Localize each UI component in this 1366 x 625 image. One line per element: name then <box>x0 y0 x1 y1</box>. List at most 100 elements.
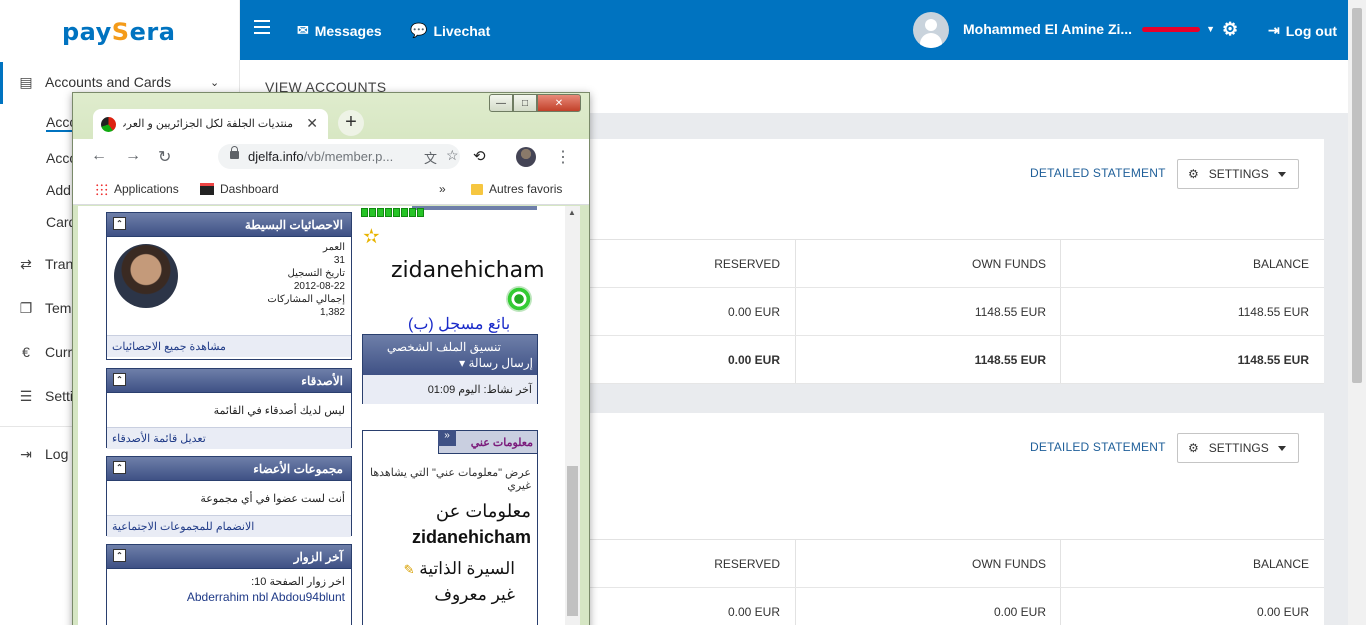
online-status-icon <box>506 286 532 312</box>
extension-icon[interactable]: ⟲ <box>473 147 486 165</box>
tab-close-icon[interactable]: ✕ <box>306 115 318 132</box>
page-scrollbar[interactable]: ▲ <box>565 206 580 625</box>
site-favicon-icon <box>101 117 116 132</box>
profile-avatar[interactable] <box>516 147 536 167</box>
collapse-icon[interactable]: ⌃ <box>113 549 126 562</box>
bookmarks-bar: Applications Dashboard » Autres favoris <box>73 174 589 205</box>
profile-username: zidanehicham <box>391 258 545 283</box>
scrollbar-thumb[interactable] <box>1352 8 1362 383</box>
user-avatar[interactable] <box>913 12 949 48</box>
translate-icon[interactable]: 文 <box>424 148 437 167</box>
user-name: Mohammed El Amine Zi... <box>963 21 1133 37</box>
all-stats-link[interactable]: مشاهدة جميع الاحصائيات <box>107 335 351 357</box>
about-view-note: عرض "معلومات عني" التي يشاهدها غيري <box>370 467 531 492</box>
settings-dropdown[interactable]: ⚙ SETTINGS <box>1177 433 1299 463</box>
back-icon[interactable]: ← <box>91 147 107 165</box>
lock-icon <box>230 146 239 159</box>
detailed-statement-link[interactable]: DETAILED STATEMENT <box>1030 166 1166 180</box>
browser-window: — □ ✕ منتديات الجلفة لكل الجزائريين و ال… <box>72 92 590 625</box>
apps-grid-icon <box>95 182 108 196</box>
sidebar-subitem-add[interactable]: Add <box>46 182 71 198</box>
detailed-statement-link[interactable]: DETAILED STATEMENT <box>1030 440 1166 454</box>
user-rank: بائع مسجل (ب) <box>408 316 511 333</box>
browser-toolbar: ← → ↻ djelfa.info/vb/member.p... 文 ☆ ⟲ ⋮ <box>73 139 589 174</box>
close-button[interactable]: ✕ <box>537 94 581 112</box>
friends-empty-text: ليس لديك أصدقاء في القائمة <box>213 405 345 417</box>
stats-list: العمر 31 تاريخ التسجيل 2012-08-22 إجمالي… <box>267 242 345 318</box>
hamburger-menu-icon[interactable] <box>254 20 270 34</box>
forward-icon[interactable]: → <box>125 147 141 165</box>
messages-link[interactable]: ✉ Messages <box>297 22 382 39</box>
about-heading: معلومات عن <box>435 501 531 521</box>
bookmark-dashboard[interactable]: Dashboard <box>200 182 279 196</box>
visitors-box: ⌃ آخر الزوار اخر زوار الصفحة 10: Abderrah… <box>106 544 352 625</box>
bio-value: غير معروف <box>434 585 515 604</box>
sidebar-item-accounts-cards[interactable]: ▤ Accounts and Cards ⌄ <box>0 72 240 92</box>
about-me-box: معلومات عني » عرض "معلومات عني" التي يشا… <box>362 430 538 625</box>
redaction-mark <box>1142 26 1201 32</box>
browser-tab[interactable]: منتديات الجلفة لكل الجزائريين و العرب - … <box>93 109 328 139</box>
chevron-down-icon: ⌄ <box>210 76 220 89</box>
friends-box: ⌃ الأصدقاء ليس لديك أصدقاء في القائمة تعد… <box>106 368 352 449</box>
pencil-icon: ✎ <box>403 562 415 577</box>
join-groups-link[interactable]: الانضمام للمجموعات الاجتماعية <box>107 515 351 537</box>
profile-actions-box: تنسيق الملف الشخصي إرسال رسالة ▾ آخر نشا… <box>362 334 538 404</box>
stats-box: ⌃ الاحصائيات البسيطة العمر 31 تاريخ التسج… <box>106 212 352 360</box>
collapse-icon[interactable]: ⌃ <box>113 461 126 474</box>
logout-icon: ⇥ <box>1268 22 1280 38</box>
dropdown-arrow-icon: ▾ <box>459 356 466 370</box>
profile-style-link[interactable]: تنسيق الملف الشخصي <box>387 340 501 354</box>
settings-dropdown[interactable]: ⚙ SETTINGS <box>1177 159 1299 189</box>
cards-icon: ▤ <box>19 73 33 90</box>
sidebar-subitem-accounts[interactable]: Acco <box>46 114 74 132</box>
bio-label: السيرة الذاتية ✎ <box>403 559 515 578</box>
visitor-links[interactable]: Abderrahim nbl Abdou94blunt <box>107 590 351 604</box>
more-menu-icon[interactable]: ⋮ <box>555 147 571 167</box>
dashboard-icon <box>200 183 214 195</box>
livechat-link[interactable]: 💬 Livechat <box>410 22 490 39</box>
chevron-down-icon: ▼ <box>1206 24 1215 34</box>
logout-link[interactable]: ⇥ Log out <box>1268 22 1337 39</box>
minimize-button[interactable]: — <box>489 94 513 112</box>
last-activity: آخر نشاط: اليوم 01:09 <box>363 375 537 404</box>
edit-friends-link[interactable]: تعديل قائمة الأصدقاء <box>107 427 351 449</box>
bookmark-applications[interactable]: Applications <box>95 182 179 196</box>
groups-box: ⌃ مجموعات الأعضاء أنت لست عضوا في أي مجمو… <box>106 456 352 537</box>
about-username: zidanehicham <box>411 527 531 547</box>
chat-bubbles-icon: 💬 <box>410 22 428 38</box>
user-menu[interactable]: Mohammed El Amine Zi... ▼ <box>963 21 1215 37</box>
gear-icon: ⚙ <box>1188 441 1199 455</box>
collapse-icon[interactable]: ⌃ <box>113 373 126 386</box>
page-scrollbar[interactable] <box>1348 0 1366 625</box>
collapse-icon[interactable]: ⌃ <box>113 217 126 230</box>
envelope-icon: ✉ <box>297 22 309 38</box>
caret-icon <box>1278 172 1286 177</box>
star-icon[interactable]: ☆ <box>446 147 459 164</box>
copy-icon: ❐ <box>19 299 33 316</box>
address-bar[interactable]: djelfa.info/vb/member.p... 文 ☆ <box>218 144 460 169</box>
star-icon: ✫ <box>363 226 380 248</box>
reputation-bars <box>361 208 424 217</box>
paysera-logo[interactable]: paySera <box>62 18 175 46</box>
euro-icon: € <box>22 344 30 360</box>
maximize-button[interactable]: □ <box>513 94 537 112</box>
sliders-icon: ☰ <box>19 387 33 404</box>
double-arrow-icon[interactable]: » <box>438 430 456 446</box>
webpage-content: ✫ zidanehicham بائع مسجل (ب) تنسيق الملف… <box>78 206 580 625</box>
send-message-link[interactable]: إرسال رسالة ▾ <box>459 356 533 370</box>
visitors-text: اخر زوار الصفحة 10: <box>251 576 345 588</box>
top-bar: ✉ Messages 💬 Livechat Mohammed El Amine Zi… <box>240 0 1348 60</box>
profile-actions-header: تنسيق الملف الشخصي إرسال رسالة ▾ <box>363 335 537 375</box>
window-controls: — □ ✕ <box>489 94 581 112</box>
reload-icon[interactable]: ↻ <box>158 147 171 167</box>
scrollbar-thumb[interactable] <box>567 466 578 616</box>
gear-icon: ⚙ <box>1188 167 1199 181</box>
logo-area: paySera <box>0 0 240 60</box>
bookmark-other-favorites[interactable]: Autres favoris <box>471 182 562 196</box>
new-tab-button[interactable]: + <box>338 110 364 136</box>
scroll-up-icon: ▲ <box>568 208 576 217</box>
bookmarks-overflow[interactable]: » <box>439 182 446 196</box>
gear-icon[interactable]: ⚙ <box>1222 19 1238 40</box>
transfer-icon: ⇄ <box>20 255 32 272</box>
header-strip <box>412 206 537 210</box>
